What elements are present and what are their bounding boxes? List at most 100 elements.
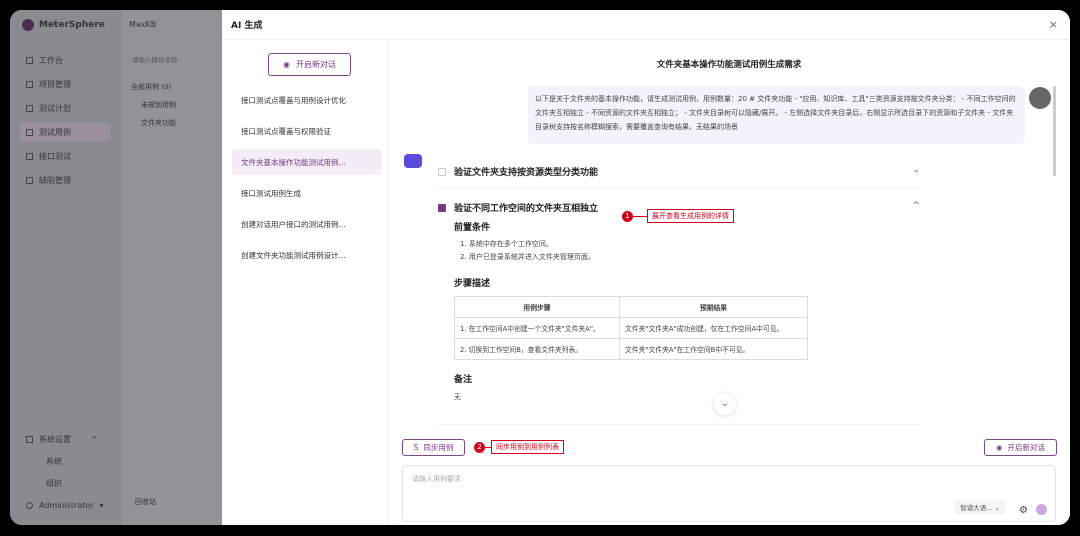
nav-label: 项目管理 bbox=[39, 79, 71, 90]
case-checkbox[interactable] bbox=[438, 204, 446, 212]
precondition-item: 2. 用户已登录系统并进入文件夹管理页面。 bbox=[454, 251, 920, 264]
conversation-item[interactable]: 文件夹基本操作功能测试用例... bbox=[232, 149, 381, 175]
nav-label: 组织 bbox=[46, 478, 62, 489]
button-label: 同步用例 bbox=[423, 442, 453, 453]
column-header: 预期结果 bbox=[620, 297, 808, 318]
background-app: MeterSphere 工作台 项目管理 测试计划 测试用例 接口测试 缺陷管理… bbox=[10, 10, 222, 525]
chevron-up-icon: ^ bbox=[91, 435, 98, 444]
user-menu[interactable]: Administrator ▾ bbox=[20, 496, 110, 514]
scroll-down-button[interactable]: ⌄ bbox=[714, 393, 736, 415]
nav-test-plan[interactable]: 测试计划 bbox=[20, 99, 110, 117]
user-icon bbox=[26, 502, 33, 509]
nav-label: 测试计划 bbox=[39, 103, 71, 114]
brand-name: MeterSphere bbox=[39, 20, 105, 30]
case-checkbox[interactable] bbox=[438, 168, 446, 176]
model-select[interactable]: 智谱大语... ⌄ bbox=[955, 500, 1005, 514]
chat-icon: ◉ bbox=[996, 443, 1003, 452]
column-header: 用例步骤 bbox=[455, 297, 620, 318]
expected-cell: 文件夹"文件夹A"在工作空间B中不可见。 bbox=[620, 339, 808, 360]
conversation-item[interactable]: 创建文件夹功能测试用例设计... bbox=[232, 242, 381, 268]
workbench-icon bbox=[26, 57, 33, 64]
api-icon bbox=[26, 153, 33, 160]
bot-icon bbox=[404, 154, 422, 168]
steps-heading: 步骤描述 bbox=[454, 276, 920, 289]
chevron-down-icon: ⌄ bbox=[995, 504, 1000, 512]
user-avatar bbox=[1029, 87, 1051, 109]
nav-label: 接口测试 bbox=[39, 151, 71, 162]
nav-workbench[interactable]: 工作台 bbox=[20, 51, 110, 69]
nav-label: 工作台 bbox=[39, 55, 63, 66]
send-icon[interactable] bbox=[1036, 504, 1047, 515]
close-icon[interactable]: × bbox=[1049, 18, 1058, 31]
case-item[interactable]: 验证文件夹支持按资源类型分类功能 ⌄ bbox=[438, 165, 920, 189]
user-message: 以下是关于文件夹的基本操作功能，请生成测试用例，用例数量：20 # 文件夹功能 … bbox=[528, 86, 1025, 144]
annotation-number: 1 bbox=[622, 211, 633, 222]
scrollbar[interactable] bbox=[1053, 86, 1056, 176]
case-item-expanded: 验证不同工作空间的文件夹互相独立 ^ 前置条件 1. 系统中存在多个工作空间。 … bbox=[438, 201, 920, 425]
project-select[interactable]: MaxKB bbox=[129, 20, 156, 29]
nav-test-case[interactable]: 测试用例 bbox=[20, 123, 110, 141]
project-icon bbox=[26, 81, 33, 88]
conversation-list: ◉ 开启新对话 接口测试点覆盖与用例设计优化 接口测试点覆盖与权限验证 文件夹基本… bbox=[222, 41, 388, 525]
new-chat-button[interactable]: ◉ 开启新对话 bbox=[268, 53, 351, 76]
expected-cell: 文件夹"文件夹A"成功创建，仅在工作空间A中可见。 bbox=[620, 318, 808, 339]
conversation-item[interactable]: 接口测试用例生成 bbox=[232, 180, 381, 206]
module-tree: MaxKB 请输入模块名称 全部用例 (0) 未规划用例 文件夹功能 回收站 bbox=[120, 10, 222, 525]
user-name: Administrator bbox=[39, 501, 94, 510]
conversation-item[interactable]: 接口测试点覆盖与权限验证 bbox=[232, 118, 381, 144]
settings-icon bbox=[26, 436, 33, 443]
sync-cases-button[interactable]: S 同步用例 bbox=[402, 439, 465, 456]
new-chat-button-bottom[interactable]: ◉ 开启新对话 bbox=[984, 439, 1057, 456]
tree-root[interactable]: 全部用例 (0) bbox=[131, 82, 171, 92]
chat-title: 文件夹基本操作功能测试用例生成需求 bbox=[388, 58, 1070, 70]
remark-text: 无 bbox=[454, 391, 920, 404]
brand-logo: MeterSphere bbox=[22, 19, 105, 31]
step-cell: 2. 切换到工作空间B，查看文件夹列表。 bbox=[455, 339, 620, 360]
conversation-item[interactable]: 创建对话用户接口的测试用例... bbox=[232, 211, 381, 237]
precondition-item: 1. 系统中存在多个工作空间。 bbox=[454, 238, 920, 251]
nav-settings[interactable]: 系统设置 ^ bbox=[20, 430, 110, 448]
step-cell: 1. 在工作空间A中创建一个文件夹"文件夹A"。 bbox=[455, 318, 620, 339]
nav-system[interactable]: 系统 bbox=[20, 452, 110, 470]
chevron-up-icon[interactable]: ^ bbox=[912, 201, 920, 211]
logo-icon bbox=[22, 19, 34, 31]
annotation-1: 1展开查看生成用例的详情 bbox=[622, 209, 734, 223]
tree-node[interactable]: 文件夹功能 bbox=[141, 118, 176, 128]
nav-label: 测试用例 bbox=[39, 127, 71, 138]
prompt-input[interactable]: 请输入用例要求 智谱大语... ⌄ ⚙ bbox=[402, 465, 1056, 522]
button-label: 开启新对话 bbox=[1008, 442, 1046, 453]
nav-label: 系统 bbox=[46, 456, 62, 467]
remark-heading: 备注 bbox=[454, 372, 920, 385]
nav-bug[interactable]: 缺陷管理 bbox=[20, 171, 110, 189]
case-icon bbox=[26, 129, 33, 136]
ai-drawer: AI 生成 × ◉开启新对话 接口测试点覆盖与用例设计优化 接口测试点覆盖与权限… bbox=[222, 10, 1070, 525]
gear-icon[interactable]: ⚙ bbox=[1019, 505, 1028, 516]
nav-label: 缺陷管理 bbox=[39, 175, 71, 186]
chat-icon: ◉ bbox=[283, 60, 290, 69]
conversation-item[interactable]: 接口测试点覆盖与用例设计优化 bbox=[232, 87, 381, 113]
annotation-2: 2同步用例到用例列表 bbox=[474, 440, 564, 454]
nav-org[interactable]: 组织 bbox=[20, 474, 110, 492]
table-row: 2. 切换到工作空间B，查看文件夹列表。文件夹"文件夹A"在工作空间B中不可见。 bbox=[455, 339, 808, 360]
tree-root-count: (0) bbox=[161, 83, 171, 91]
plan-icon bbox=[26, 105, 33, 112]
case-title: 验证不同工作空间的文件夹互相独立 bbox=[454, 201, 598, 214]
module-search-input[interactable]: 请输入模块名称 bbox=[129, 52, 215, 66]
chevron-down-icon[interactable]: ⌄ bbox=[912, 165, 920, 175]
bug-icon bbox=[26, 177, 33, 184]
case-title: 验证文件夹支持按资源类型分类功能 bbox=[454, 165, 598, 178]
recycle-bin[interactable]: 回收站 bbox=[135, 497, 156, 507]
nav-label: 系统设置 bbox=[39, 434, 71, 445]
main-nav: MeterSphere 工作台 项目管理 测试计划 测试用例 接口测试 缺陷管理… bbox=[10, 10, 120, 525]
window: MeterSphere 工作台 项目管理 测试计划 测试用例 接口测试 缺陷管理… bbox=[10, 10, 1070, 525]
tree-root-label: 全部用例 bbox=[131, 83, 159, 91]
nav-project[interactable]: 项目管理 bbox=[20, 75, 110, 93]
table-row: 1. 在工作空间A中创建一个文件夹"文件夹A"。文件夹"文件夹A"成功创建，仅在… bbox=[455, 318, 808, 339]
model-label: 智谱大语... bbox=[960, 504, 992, 512]
button-label: 开启新对话 bbox=[296, 59, 336, 70]
sync-icon: S bbox=[414, 443, 419, 452]
caret-down-icon: ▾ bbox=[100, 501, 104, 510]
nav-api-test[interactable]: 接口测试 bbox=[20, 147, 110, 165]
annotation-label: 同步用例到用例列表 bbox=[491, 440, 564, 454]
tree-node[interactable]: 未规划用例 bbox=[141, 100, 176, 110]
